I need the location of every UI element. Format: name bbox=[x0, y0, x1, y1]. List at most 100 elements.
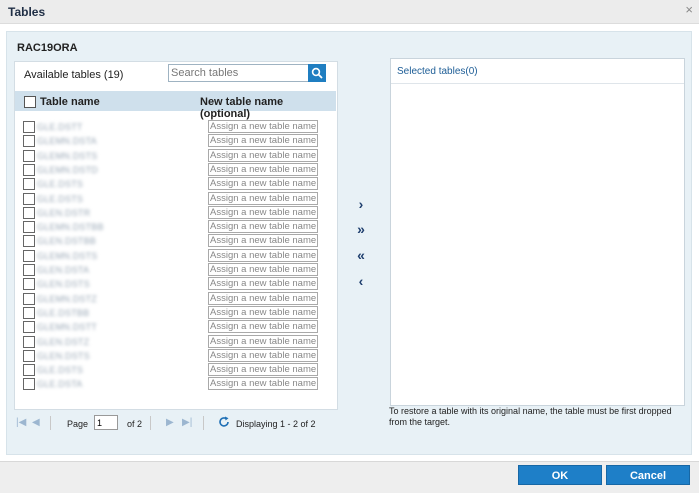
row-checkbox[interactable] bbox=[23, 221, 35, 234]
table-row: GLEMN.DSTT bbox=[15, 320, 336, 334]
table-row: GLEN.DSTZ bbox=[15, 334, 336, 349]
cancel-button[interactable]: Cancel bbox=[606, 465, 690, 485]
table-row: GLE.DSTBB bbox=[15, 305, 336, 320]
table-row: GLEMN.DSTA bbox=[15, 134, 336, 148]
new-table-name-input[interactable] bbox=[208, 277, 318, 291]
add-selected-button[interactable]: › bbox=[353, 196, 369, 212]
dialog-titlebar: Tables × bbox=[0, 0, 699, 24]
search-input[interactable] bbox=[168, 64, 310, 82]
next-page-icon[interactable]: ▶ bbox=[166, 417, 174, 428]
table-name-cell: GLEN.DSTBB bbox=[37, 236, 97, 247]
search-box bbox=[168, 64, 326, 82]
selected-tables-panel[interactable]: Selected tables(0) bbox=[390, 58, 685, 406]
dialog-title: Tables bbox=[8, 5, 46, 19]
restore-note: To restore a table with its original nam… bbox=[389, 406, 672, 427]
table-row: GLE.DSTS bbox=[15, 363, 336, 377]
displaying-status: Displaying 1 - 2 of 2 bbox=[236, 419, 316, 429]
row-checkbox[interactable] bbox=[23, 149, 35, 162]
page-count-label: of 2 bbox=[127, 419, 143, 429]
new-table-name-input[interactable] bbox=[208, 305, 318, 319]
new-table-name-input[interactable] bbox=[208, 377, 318, 391]
table-name-cell: GLEMN.DSTD bbox=[37, 164, 99, 175]
add-all-button[interactable]: » bbox=[353, 221, 369, 237]
table-name-cell: GLE.DSTS bbox=[37, 179, 84, 190]
row-checkbox[interactable] bbox=[23, 121, 35, 133]
table-row: GLEN.DSTR bbox=[15, 205, 336, 220]
new-table-name-input[interactable] bbox=[208, 220, 318, 234]
select-all-checkbox[interactable] bbox=[24, 96, 36, 108]
pager-divider bbox=[203, 416, 204, 430]
new-table-name-input[interactable] bbox=[208, 148, 318, 162]
new-table-name-input[interactable] bbox=[208, 234, 318, 248]
new-table-name-input[interactable] bbox=[208, 348, 318, 362]
table-row: GLE.DSTS bbox=[15, 177, 336, 191]
row-checkbox[interactable] bbox=[23, 292, 35, 305]
table-row: GLE.DSTS bbox=[15, 191, 336, 206]
selected-tables-header: Selected tables(0) bbox=[391, 59, 684, 84]
row-checkbox[interactable] bbox=[23, 349, 35, 362]
new-table-name-input[interactable] bbox=[208, 134, 318, 148]
new-table-name-input[interactable] bbox=[208, 291, 318, 305]
table-row: GLEMN.DSTS bbox=[15, 148, 336, 163]
row-checkbox[interactable] bbox=[23, 378, 35, 391]
row-checkbox[interactable] bbox=[23, 135, 35, 148]
source-name: RAC19ORA bbox=[17, 42, 78, 54]
table-header: Table name New table name (optional) bbox=[15, 91, 336, 120]
table-name-cell: GLE.DSTBB bbox=[37, 307, 90, 318]
first-page-icon[interactable]: |◀ bbox=[16, 417, 26, 428]
row-checkbox[interactable] bbox=[23, 235, 35, 248]
table-row: GLEMN.DSTD bbox=[15, 162, 336, 177]
remove-selected-button[interactable]: ‹ bbox=[353, 273, 369, 289]
search-button[interactable] bbox=[308, 64, 326, 82]
pager-divider bbox=[150, 416, 151, 430]
row-checkbox[interactable] bbox=[23, 163, 35, 176]
table-name-cell: GLEN.DSTS bbox=[37, 279, 90, 290]
new-table-name-input[interactable] bbox=[208, 263, 318, 276]
table-name-cell: GLEMN.DSTS bbox=[37, 250, 98, 261]
refresh-icon[interactable] bbox=[218, 416, 230, 428]
row-checkbox[interactable] bbox=[23, 364, 35, 377]
table-row: GLEMN.DSTBB bbox=[15, 220, 336, 234]
table-row: GLEMN.DSTZ bbox=[15, 291, 336, 306]
new-table-name-input[interactable] bbox=[208, 162, 318, 176]
row-checkbox[interactable] bbox=[23, 206, 35, 219]
row-checkbox[interactable] bbox=[23, 321, 35, 334]
new-table-name-input[interactable] bbox=[208, 320, 318, 334]
row-checkbox[interactable] bbox=[23, 178, 35, 191]
close-icon[interactable]: × bbox=[685, 2, 693, 17]
new-table-name-input[interactable] bbox=[208, 191, 318, 205]
row-checkbox[interactable] bbox=[23, 278, 35, 291]
ok-button[interactable]: OK bbox=[518, 465, 602, 485]
table-name-cell: GLE.DSTA bbox=[37, 379, 83, 390]
table-row: GLEMN.DSTS bbox=[15, 248, 336, 263]
new-table-name-input[interactable] bbox=[208, 248, 318, 262]
last-page-icon[interactable]: ▶| bbox=[182, 417, 192, 428]
table-row: GLE.DSTT bbox=[15, 120, 336, 134]
row-checkbox[interactable] bbox=[23, 306, 35, 319]
table-name-cell: GLEN.DSTA bbox=[37, 265, 90, 275]
table-name-cell: GLEMN.DSTT bbox=[37, 322, 98, 333]
table-name-cell: GLEN.DSTS bbox=[37, 350, 90, 361]
available-tables-label: Available tables (19) bbox=[24, 69, 124, 81]
page-number-input[interactable] bbox=[94, 415, 118, 430]
row-checkbox[interactable] bbox=[23, 249, 35, 262]
row-checkbox[interactable] bbox=[23, 192, 35, 205]
table-name-cell: GLEMN.DSTBB bbox=[37, 222, 104, 233]
remove-all-button[interactable]: « bbox=[353, 247, 369, 263]
new-table-name-input[interactable] bbox=[208, 177, 318, 191]
pager-divider bbox=[50, 416, 51, 430]
new-table-name-input[interactable] bbox=[208, 363, 318, 377]
row-checkbox[interactable] bbox=[23, 335, 35, 348]
new-table-name-input[interactable] bbox=[208, 334, 318, 348]
table-row: GLEN.DSTS bbox=[15, 277, 336, 291]
table-name-cell: GLE.DSTS bbox=[37, 365, 84, 376]
new-table-name-input[interactable] bbox=[208, 205, 318, 219]
table-row: GLE.DSTA bbox=[15, 377, 336, 391]
new-table-name-input[interactable] bbox=[208, 120, 318, 133]
table-name-cell: GLEMN.DSTS bbox=[37, 150, 98, 161]
table-name-cell: GLE.DSTT bbox=[37, 122, 83, 132]
selected-tables-label: Selected tables(0) bbox=[397, 66, 478, 77]
page-label: Page bbox=[67, 419, 89, 429]
prev-page-icon[interactable]: ◀ bbox=[32, 417, 40, 428]
row-checkbox[interactable] bbox=[23, 264, 35, 276]
